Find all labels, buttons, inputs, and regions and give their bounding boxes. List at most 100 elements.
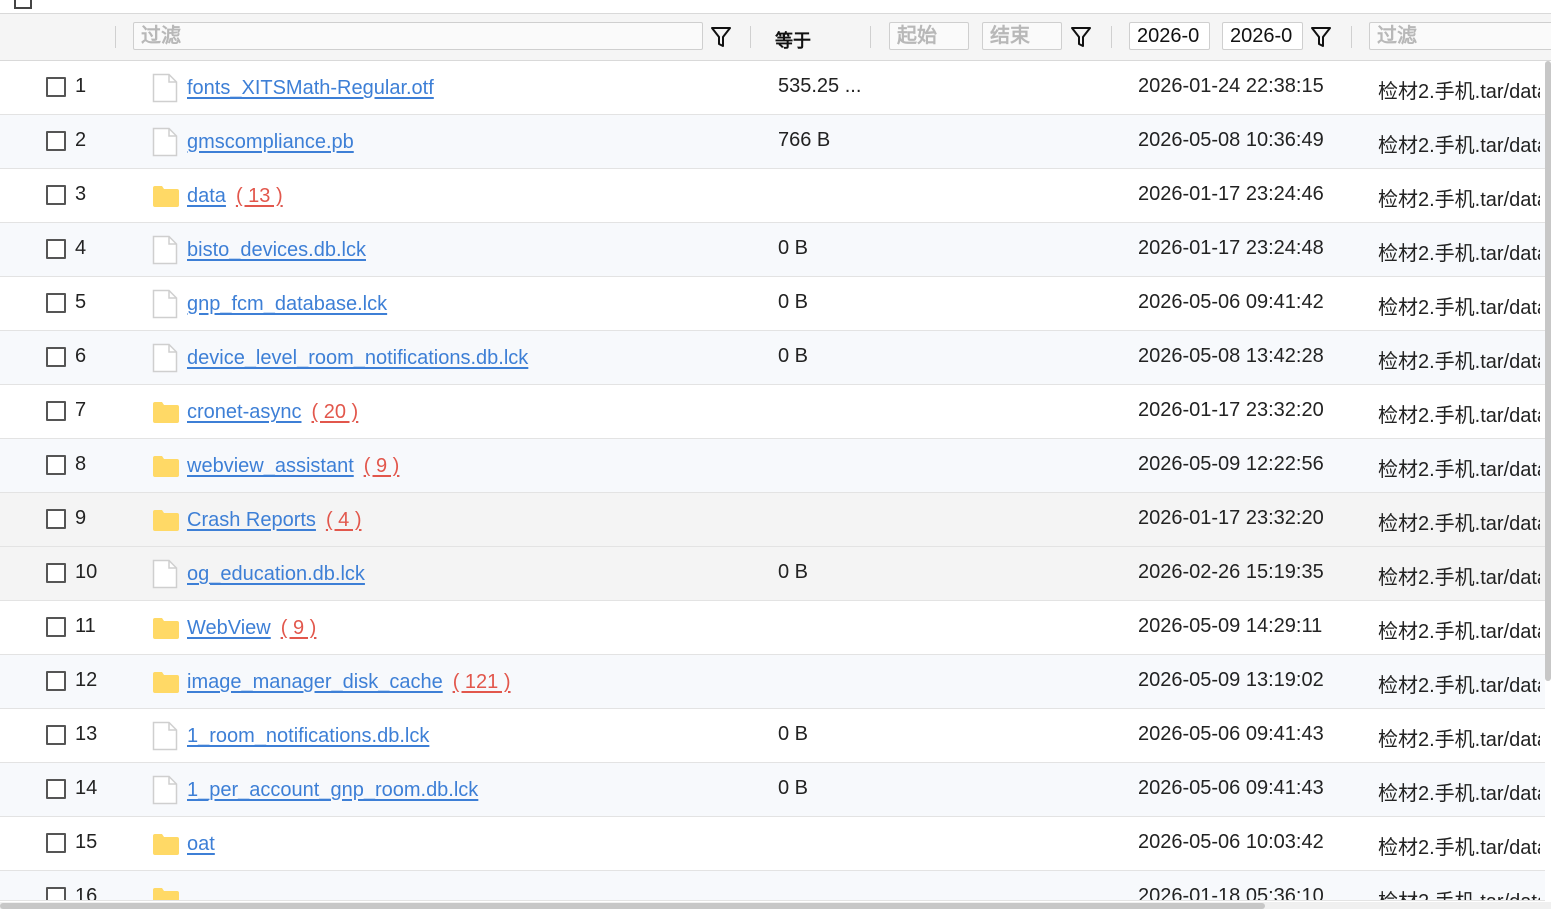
row-checkbox[interactable]: [46, 509, 66, 529]
size-operator-select[interactable]: 等于: [775, 27, 811, 53]
folder-icon: [153, 456, 179, 477]
row-checkbox[interactable]: [46, 725, 66, 745]
column-divider[interactable]: [1351, 26, 1352, 48]
table-row[interactable]: 15 oat 2026-05-06 10:03:42 检材2.手机.tar/da…: [0, 817, 1545, 871]
file-icon: [152, 289, 178, 319]
size-end-input[interactable]: 结束: [982, 22, 1062, 50]
folder-name-link[interactable]: cronet-async ( 20 ): [187, 401, 358, 424]
horizontal-scrollbar[interactable]: [0, 903, 1265, 909]
date-start-input[interactable]: 2026-0: [1129, 22, 1210, 50]
table-row[interactable]: 9 Crash Reports ( 4 ) 2026-01-17 23:32:20…: [0, 493, 1545, 547]
date-cell: 2026-05-08 10:36:49: [1138, 129, 1324, 151]
select-all-checkbox[interactable]: [14, 0, 32, 9]
table-row[interactable]: 14 1_per_account_gnp_room.db.lck 0 B 202…: [0, 763, 1545, 817]
folder-icon: [153, 618, 179, 639]
folder-name-link[interactable]: Crash Reports ( 4 ): [187, 509, 362, 532]
folder-name-link[interactable]: image_manager_disk_cache ( 121 ): [187, 671, 511, 694]
row-checkbox[interactable]: [46, 833, 66, 853]
table-row[interactable]: 1 fonts_XITSMath-Regular.otf 535.25 ... …: [0, 61, 1545, 115]
file-name-link[interactable]: gmscompliance.pb: [187, 131, 354, 154]
folder-name-link[interactable]: WebView ( 9 ): [187, 617, 316, 640]
folder-name-link[interactable]: webview_assistant ( 9 ): [187, 455, 399, 478]
file-name-link[interactable]: og_education.db.lck: [187, 563, 365, 586]
path-filter-input[interactable]: 过滤: [1369, 22, 1551, 50]
date-end-input[interactable]: 2026-0: [1222, 22, 1303, 50]
table-row[interactable]: 16 2026-01-18 05:36:10 检材2.手机.tar/data: [0, 871, 1545, 901]
date-cell: 2026-01-17 23:24:46: [1138, 183, 1324, 205]
row-checkbox[interactable]: [46, 131, 66, 151]
item-count: ( 20 ): [311, 401, 359, 423]
item-name: device_level_room_notifications.db.lck: [187, 347, 529, 369]
item-count: ( 121 ): [452, 671, 511, 693]
row-checkbox[interactable]: [46, 77, 66, 97]
row-number: 15: [75, 831, 98, 853]
table-row[interactable]: 8 webview_assistant ( 9 ) 2026-05-09 12:2…: [0, 439, 1545, 493]
row-checkbox[interactable]: [46, 671, 66, 691]
date-filter-funnel-icon[interactable]: [1310, 25, 1332, 49]
header-strip: [0, 0, 1551, 14]
size-filter-funnel-icon[interactable]: [1070, 25, 1092, 49]
file-name-link[interactable]: bisto_devices.db.lck: [187, 239, 366, 262]
vertical-scrollbar[interactable]: [1545, 61, 1551, 681]
row-checkbox[interactable]: [46, 563, 66, 583]
file-name-link[interactable]: 1_per_account_gnp_room.db.lck: [187, 779, 478, 802]
table-row[interactable]: 4 bisto_devices.db.lck 0 B 2026-01-17 23…: [0, 223, 1545, 277]
table-row[interactable]: 2 gmscompliance.pb 766 B 2026-05-08 10:3…: [0, 115, 1545, 169]
name-filter-funnel-icon[interactable]: [710, 25, 732, 49]
name-filter-input[interactable]: 过滤: [133, 22, 703, 50]
table-row[interactable]: 13 1_room_notifications.db.lck 0 B 2026-…: [0, 709, 1545, 763]
row-number: 16: [75, 885, 98, 901]
size-cell: 0 B: [778, 291, 809, 313]
path-cell: 检材2.手机.tar/data: [1378, 837, 1540, 859]
folder-name-link[interactable]: oat: [187, 833, 215, 856]
table-row[interactable]: 11 WebView ( 9 ) 2026-05-09 14:29:11 检材2.…: [0, 601, 1545, 655]
table-row[interactable]: 5 gnp_fcm_database.lck 0 B 2026-05-06 09…: [0, 277, 1545, 331]
date-cell: 2026-01-17 23:32:20: [1138, 399, 1324, 421]
path-cell: 检材2.手机.tar/data: [1378, 675, 1540, 697]
column-divider[interactable]: [870, 26, 871, 48]
row-checkbox[interactable]: [46, 293, 66, 313]
table-row[interactable]: 10 og_education.db.lck 0 B 2026-02-26 15…: [0, 547, 1545, 601]
path-cell: 检材2.手机.tar/data: [1378, 243, 1540, 265]
column-divider[interactable]: [1111, 26, 1112, 48]
row-checkbox[interactable]: [46, 185, 66, 205]
item-name: 1_room_notifications.db.lck: [187, 725, 430, 747]
date-cell: 2026-05-09 13:19:02: [1138, 669, 1324, 691]
table-row[interactable]: 3 data ( 13 ) 2026-01-17 23:24:46 检材2.手机.…: [0, 169, 1545, 223]
table-row[interactable]: 7 cronet-async ( 20 ) 2026-01-17 23:32:20…: [0, 385, 1545, 439]
row-checkbox[interactable]: [46, 239, 66, 259]
file-name-link[interactable]: 1_room_notifications.db.lck: [187, 725, 429, 748]
file-name-link[interactable]: fonts_XITSMath-Regular.otf: [187, 77, 434, 100]
column-divider[interactable]: [750, 26, 751, 48]
folder-icon: [153, 186, 179, 207]
row-number: 13: [75, 723, 98, 745]
file-name-link[interactable]: device_level_room_notifications.db.lck: [187, 347, 528, 370]
row-checkbox[interactable]: [46, 347, 66, 367]
folder-name-link[interactable]: data ( 13 ): [187, 185, 283, 208]
row-checkbox[interactable]: [46, 887, 66, 900]
size-start-input[interactable]: 起始: [889, 22, 969, 50]
table-row[interactable]: 6 device_level_room_notifications.db.lck…: [0, 331, 1545, 385]
file-name-link[interactable]: gnp_fcm_database.lck: [187, 293, 387, 316]
row-number: 8: [75, 453, 87, 475]
date-cell: 2026-05-09 12:22:56: [1138, 453, 1324, 475]
row-number: 6: [75, 345, 87, 367]
size-cell: 0 B: [778, 723, 809, 745]
file-icon: [152, 775, 178, 805]
row-number: 3: [75, 183, 87, 205]
row-number: 5: [75, 291, 87, 313]
table-row[interactable]: 12 image_manager_disk_cache ( 121 ) 2026-…: [0, 655, 1545, 709]
date-cell: 2026-02-26 15:19:35: [1138, 561, 1324, 583]
column-divider[interactable]: [115, 26, 116, 48]
row-checkbox[interactable]: [46, 617, 66, 637]
path-cell: 检材2.手机.tar/data: [1378, 729, 1540, 751]
date-cell: 2026-05-06 09:41:42: [1138, 291, 1324, 313]
row-checkbox[interactable]: [46, 401, 66, 421]
date-cell: 2026-05-06 10:03:42: [1138, 831, 1324, 853]
item-name: cronet-async: [187, 401, 302, 423]
folder-icon: [153, 888, 179, 900]
row-checkbox[interactable]: [46, 455, 66, 475]
row-checkbox[interactable]: [46, 779, 66, 799]
size-cell: 0 B: [778, 777, 809, 799]
item-name: gmscompliance.pb: [187, 131, 354, 153]
